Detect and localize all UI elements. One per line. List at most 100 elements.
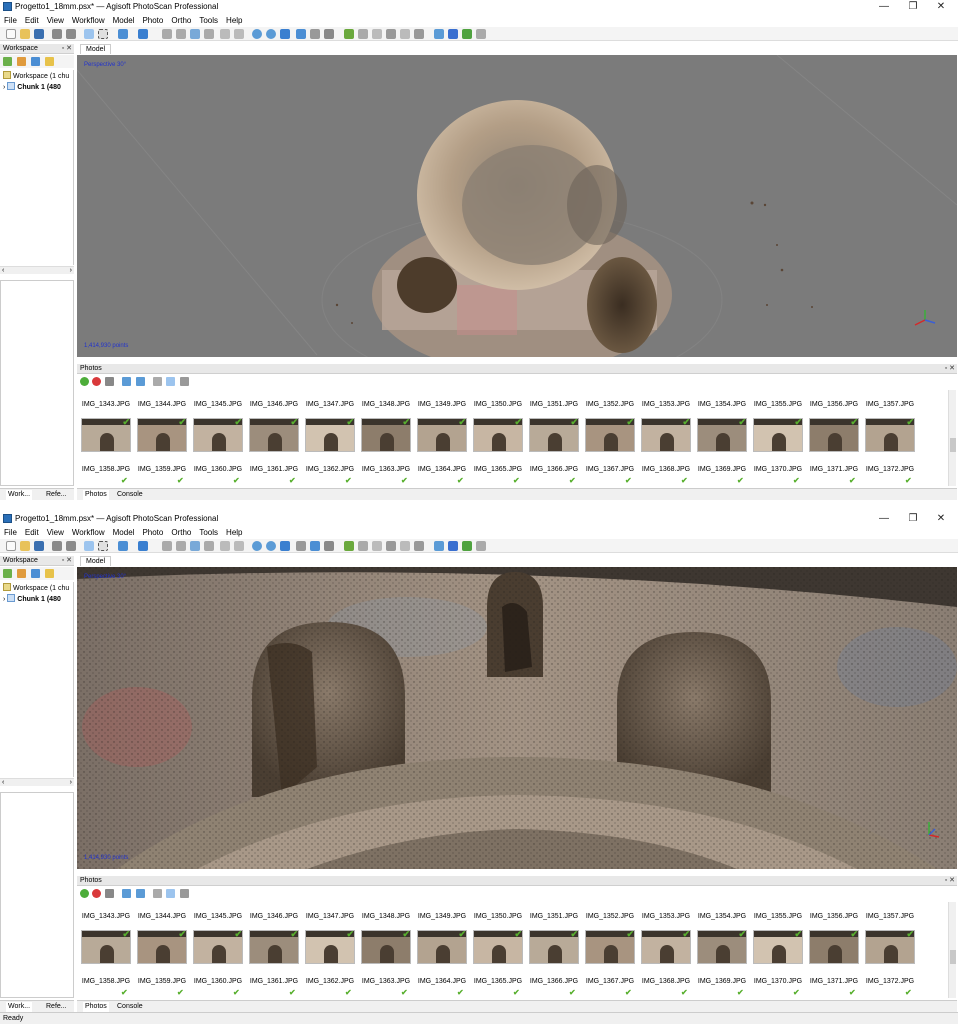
workspace-hscroll[interactable]: ‹ › bbox=[0, 266, 74, 274]
menu-workflow[interactable]: Workflow bbox=[68, 14, 109, 27]
photo-thumbnail[interactable]: ✔ bbox=[249, 418, 299, 452]
close-button[interactable]: ✕ bbox=[929, 0, 953, 14]
region-icon[interactable] bbox=[118, 541, 128, 551]
photo-thumbnail[interactable]: ✔ bbox=[417, 418, 467, 452]
close-button[interactable]: ✕ bbox=[929, 512, 953, 526]
menu-view[interactable]: View bbox=[43, 14, 68, 27]
add-chunk-icon[interactable] bbox=[3, 569, 12, 578]
align-icon[interactable] bbox=[476, 541, 486, 551]
move-icon[interactable] bbox=[138, 29, 148, 39]
tab-reference[interactable]: Refe... bbox=[44, 1002, 69, 1012]
menu-ortho[interactable]: Ortho bbox=[167, 526, 195, 539]
menu-view[interactable]: View bbox=[43, 526, 68, 539]
draw-icon[interactable] bbox=[204, 541, 214, 551]
photo-thumbnail[interactable]: ✔ bbox=[305, 418, 355, 452]
undo-icon[interactable] bbox=[52, 541, 62, 551]
remove-items-icon[interactable] bbox=[45, 569, 54, 578]
tab-workspace[interactable]: Work... bbox=[6, 490, 33, 500]
model-tab[interactable]: Model bbox=[80, 44, 112, 54]
open-icon[interactable] bbox=[20, 29, 30, 39]
solid-model-icon[interactable] bbox=[324, 541, 334, 551]
photo-thumbnail[interactable]: ✔ bbox=[585, 418, 635, 452]
remove-camera-icon[interactable] bbox=[105, 377, 114, 386]
photo-thumbnail[interactable]: ✔ bbox=[641, 930, 691, 964]
dem-icon[interactable] bbox=[400, 541, 410, 551]
mask-icon[interactable] bbox=[153, 377, 162, 386]
remove-items-icon[interactable] bbox=[45, 57, 54, 66]
photo-thumbnail[interactable]: ✔ bbox=[193, 418, 243, 452]
photo-thumbnail[interactable]: ✔ bbox=[137, 418, 187, 452]
align-icon[interactable] bbox=[476, 29, 486, 39]
delete-icon[interactable] bbox=[220, 541, 230, 551]
view-mode-icon[interactable] bbox=[180, 377, 189, 386]
enable-camera-icon[interactable] bbox=[80, 889, 89, 898]
zoom-out-icon[interactable] bbox=[266, 541, 276, 551]
menu-help[interactable]: Help bbox=[222, 14, 246, 27]
model-viewport[interactable]: Perspective 30° 1,414,930 points bbox=[77, 567, 957, 869]
dense-cloud-icon[interactable] bbox=[310, 541, 320, 551]
polygon-icon[interactable] bbox=[190, 29, 200, 39]
photo-thumbnail[interactable]: ✔ bbox=[809, 930, 859, 964]
model-viewport[interactable]: Perspective 30° 1,414,930 points bbox=[77, 55, 957, 357]
rotate-right-icon[interactable] bbox=[136, 889, 145, 898]
menu-ortho[interactable]: Ortho bbox=[167, 14, 195, 27]
tab-console[interactable]: Console bbox=[117, 1002, 143, 1012]
model-tab[interactable]: Model bbox=[80, 556, 112, 566]
delete-icon[interactable] bbox=[220, 29, 230, 39]
tree-workspace-root[interactable]: Workspace (1 chu bbox=[3, 583, 69, 594]
zoom-in-icon[interactable] bbox=[252, 29, 262, 39]
photo-thumbnail[interactable]: ✔ bbox=[473, 930, 523, 964]
rotate-left-icon[interactable] bbox=[122, 377, 131, 386]
menu-file[interactable]: File bbox=[0, 526, 21, 539]
undo-icon[interactable] bbox=[52, 29, 62, 39]
photo-thumbnail[interactable]: ✔ bbox=[697, 930, 747, 964]
solid-model-icon[interactable] bbox=[324, 29, 334, 39]
enable-camera-icon[interactable] bbox=[80, 377, 89, 386]
photos-panel-controls-icon[interactable]: ▫ ✕ bbox=[945, 364, 955, 374]
reset-view-icon[interactable] bbox=[280, 541, 290, 551]
redo-icon[interactable] bbox=[66, 29, 76, 39]
tab-workspace[interactable]: Work... bbox=[6, 1002, 33, 1012]
menu-workflow[interactable]: Workflow bbox=[68, 526, 109, 539]
tree-chunk[interactable]: › Chunk 1 (480 bbox=[3, 82, 61, 93]
ruler-icon[interactable] bbox=[162, 29, 172, 39]
save-icon[interactable] bbox=[34, 29, 44, 39]
minimize-button[interactable]: — bbox=[872, 512, 896, 526]
photo-thumbnail[interactable]: ✔ bbox=[529, 930, 579, 964]
photo-thumbnail[interactable]: ✔ bbox=[865, 930, 915, 964]
rotate-right-icon[interactable] bbox=[136, 377, 145, 386]
menu-model[interactable]: Model bbox=[109, 526, 139, 539]
photo-thumbnail[interactable]: ✔ bbox=[753, 418, 803, 452]
photo-thumbnail[interactable]: ✔ bbox=[137, 930, 187, 964]
photo-thumbnail[interactable]: ✔ bbox=[361, 930, 411, 964]
add-photos-icon[interactable] bbox=[17, 57, 26, 66]
point-cloud-icon[interactable] bbox=[296, 29, 306, 39]
open-icon[interactable] bbox=[20, 541, 30, 551]
photos-vscroll[interactable] bbox=[948, 390, 956, 486]
redo-icon[interactable] bbox=[66, 541, 76, 551]
wireframe-icon[interactable] bbox=[372, 29, 382, 39]
zoom-out-icon[interactable] bbox=[266, 29, 276, 39]
crop-icon[interactable] bbox=[234, 541, 244, 551]
shaded-icon[interactable] bbox=[344, 29, 354, 39]
image-icon[interactable] bbox=[462, 541, 472, 551]
navigation-icon[interactable] bbox=[84, 29, 94, 39]
menu-tools[interactable]: Tools bbox=[195, 526, 222, 539]
tree-workspace-root[interactable]: Workspace (1 chu bbox=[3, 71, 69, 82]
photo-thumbnail[interactable]: ✔ bbox=[529, 418, 579, 452]
photo-thumbnail[interactable]: ✔ bbox=[697, 418, 747, 452]
show-cameras-icon[interactable] bbox=[434, 541, 444, 551]
rect-select-icon[interactable] bbox=[98, 541, 108, 551]
texture-icon[interactable] bbox=[358, 29, 368, 39]
add-photos-icon[interactable] bbox=[17, 569, 26, 578]
add-chunk-icon[interactable] bbox=[3, 57, 12, 66]
shaded-icon[interactable] bbox=[344, 541, 354, 551]
remove-camera-icon[interactable] bbox=[105, 889, 114, 898]
cameras-icon[interactable] bbox=[414, 541, 424, 551]
menu-help[interactable]: Help bbox=[222, 526, 246, 539]
mask-icon[interactable] bbox=[153, 889, 162, 898]
panel-controls-icon[interactable]: ▫ ✕ bbox=[62, 44, 72, 54]
tiled-icon[interactable] bbox=[386, 29, 396, 39]
show-cameras-icon[interactable] bbox=[434, 29, 444, 39]
tab-console[interactable]: Console bbox=[117, 490, 143, 500]
